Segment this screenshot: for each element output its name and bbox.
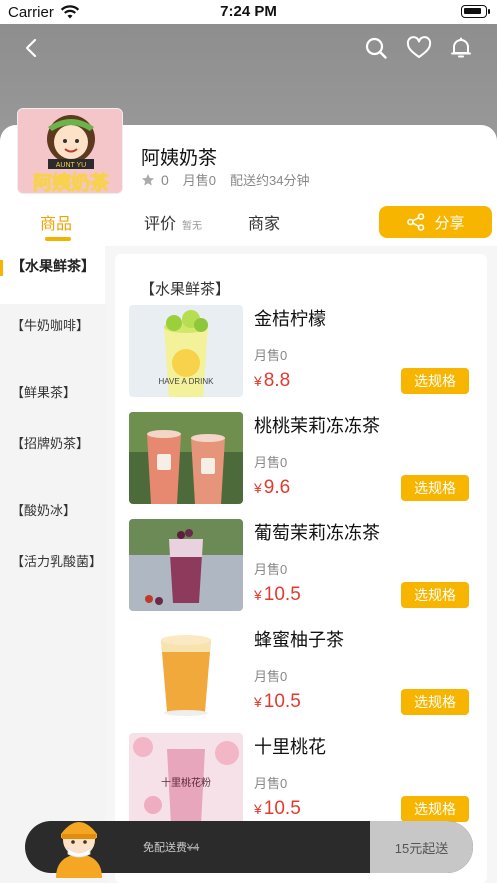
product-image xyxy=(129,626,243,718)
category-item[interactable]: 【酸奶冰】 xyxy=(0,502,105,519)
select-spec-button[interactable]: 选规格 xyxy=(401,796,469,822)
select-spec-button[interactable]: 选规格 xyxy=(401,368,469,394)
product-price: ¥10.5 xyxy=(254,691,301,712)
category-item[interactable]: 【鲜果茶】 xyxy=(0,384,105,401)
svg-text:AUNT YU: AUNT YU xyxy=(56,162,86,169)
product-list-area: 【水果鲜茶】 HAVE A DRINK 金桔柠檬 月售0 ¥8.8 选规格 桃桃… xyxy=(105,246,497,883)
tab-products[interactable]: 商品 xyxy=(40,210,72,234)
favorite-heart-icon[interactable] xyxy=(406,36,432,60)
product-price: ¥8.8 xyxy=(254,370,291,391)
product-item[interactable]: 蜂蜜柚子茶 月售0 ¥10.5 选规格 xyxy=(129,626,484,720)
share-label: 分享 xyxy=(434,214,465,232)
product-list: 【水果鲜茶】 HAVE A DRINK 金桔柠檬 月售0 ¥8.8 选规格 桃桃… xyxy=(115,254,487,883)
product-name: 蜂蜜柚子茶 xyxy=(254,630,344,650)
product-name: 桃桃茉莉冻冻茶 xyxy=(254,416,380,436)
search-icon[interactable] xyxy=(364,36,388,60)
product-name: 十里桃花 xyxy=(254,737,326,757)
product-item[interactable]: 十里桃花粉 十里桃花 月售0 ¥10.5 选规格 xyxy=(129,733,484,827)
clock: 7:24 PM xyxy=(220,3,277,20)
category-item[interactable]: 【水果鲜茶】 xyxy=(0,246,105,304)
product-name: 金桔柠檬 xyxy=(254,309,326,329)
category-item[interactable]: 【活力乳酸菌】 xyxy=(0,553,105,570)
star-icon xyxy=(142,173,154,185)
active-tab-indicator xyxy=(45,237,71,241)
select-spec-button[interactable]: 选规格 xyxy=(401,689,469,715)
product-image xyxy=(129,412,243,504)
back-icon[interactable] xyxy=(20,36,44,60)
select-spec-button[interactable]: 选规格 xyxy=(401,582,469,608)
status-bar: Carrier 7:24 PM xyxy=(0,0,497,24)
product-sales: 月售0 xyxy=(254,348,288,363)
product-sales: 月售0 xyxy=(254,455,288,470)
product-sales: 月售0 xyxy=(254,669,288,684)
share-button[interactable]: 分享 xyxy=(379,206,492,238)
store-meta: 0 月售0 配送约34分钟 xyxy=(141,170,310,189)
product-price: ¥10.5 xyxy=(254,584,301,605)
product-item[interactable]: 桃桃茉莉冻冻茶 月售0 ¥9.6 选规格 xyxy=(129,412,484,506)
product-price: ¥9.6 xyxy=(254,477,291,498)
product-image xyxy=(129,519,243,611)
tab-reviews[interactable]: 评价 暂无 xyxy=(144,210,202,234)
tab-reviews-sub: 暂无 xyxy=(182,221,203,232)
product-sales: 月售0 xyxy=(254,776,288,791)
category-item[interactable]: 【牛奶咖啡】 xyxy=(0,317,105,334)
store-name: 阿姨奶茶 xyxy=(141,148,218,169)
section-title: 【水果鲜茶】 xyxy=(140,281,231,298)
svg-text:十里桃花粉: 十里桃花粉 xyxy=(161,776,211,789)
tab-merchant[interactable]: 商家 xyxy=(248,210,280,234)
product-image: 十里桃花粉 xyxy=(129,733,243,825)
share-icon xyxy=(407,213,425,231)
product-sales: 月售0 xyxy=(254,562,288,577)
delivery-time: 配送约34分钟 xyxy=(230,173,310,188)
product-name: 葡萄茉莉冻冻茶 xyxy=(254,523,380,543)
aunty-logo-illustration: AUNT YU 阿姨奶茶 xyxy=(18,109,122,194)
product-price: ¥10.5 xyxy=(254,798,301,819)
store-logo: AUNT YU 阿姨奶茶 xyxy=(17,108,123,194)
product-image: HAVE A DRINK xyxy=(129,305,243,397)
rating-value: 0 xyxy=(161,171,169,188)
category-item[interactable]: 【招牌奶茶】 xyxy=(0,435,105,452)
checkout-button[interactable]: 15元起送 xyxy=(370,821,473,873)
delivery-fee-info: 免配送费¥4 xyxy=(143,842,200,854)
delivery-rider-avatar[interactable] xyxy=(48,808,110,878)
product-item[interactable]: HAVE A DRINK 金桔柠檬 月售0 ¥8.8 选规格 xyxy=(129,305,484,399)
battery-icon xyxy=(461,5,487,18)
svg-text:阿姨奶茶: 阿姨奶茶 xyxy=(33,171,110,194)
product-item[interactable]: 葡萄茉莉冻冻茶 月售0 ¥10.5 选规格 xyxy=(129,519,484,613)
select-spec-button[interactable]: 选规格 xyxy=(401,475,469,501)
monthly-sales: 月售0 xyxy=(182,173,217,188)
svg-text:HAVE A DRINK: HAVE A DRINK xyxy=(159,377,215,386)
category-sidebar: 【水果鲜茶】 【牛奶咖啡】 【鲜果茶】 【招牌奶茶】 【酸奶冰】 【活力乳酸菌】 xyxy=(0,246,105,883)
bell-icon[interactable] xyxy=(449,36,473,60)
tab-reviews-label: 评价 xyxy=(144,216,177,233)
